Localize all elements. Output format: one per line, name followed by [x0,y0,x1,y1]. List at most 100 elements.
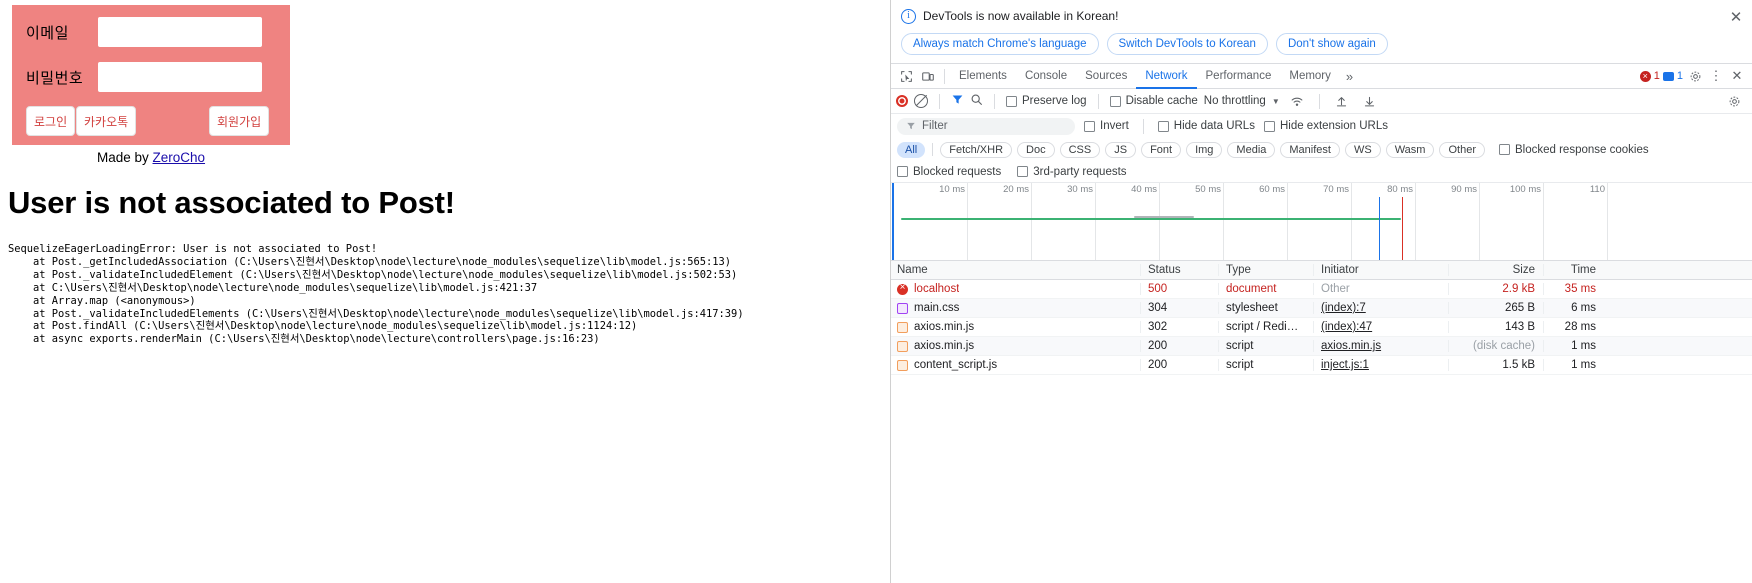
kakao-login-button[interactable]: 카카오톡 [76,106,137,136]
type-chip-other[interactable]: Other [1439,141,1485,158]
overview-tick-label: 60 ms [1259,184,1285,195]
zerocho-link[interactable]: ZeroCho [153,150,206,165]
request-initiator: Other [1314,283,1449,295]
type-chip-img[interactable]: Img [1186,141,1223,158]
overview-tick-50ms: 50 ms [1195,183,1224,260]
hide-data-urls-checkbox[interactable]: Hide data URLs [1157,120,1255,132]
blocked-requests-checkbox[interactable]: Blocked requests [897,166,1001,178]
type-chip-ws[interactable]: WS [1344,141,1381,158]
column-header-status[interactable]: Status [1141,264,1219,276]
invert-box-icon [1084,120,1095,132]
overview-tick-label: 40 ms [1131,184,1157,195]
request-name-cell[interactable]: axios.min.js [891,321,1141,333]
column-header-type[interactable]: Type [1219,264,1314,276]
type-chip-doc[interactable]: Doc [1017,141,1055,158]
always-match-language-button[interactable]: Always match Chrome's language [901,33,1099,55]
type-chip-manifest[interactable]: Manifest [1280,141,1340,158]
overview-band-idle [1134,216,1194,218]
invert-checkbox[interactable]: Invert [1084,120,1129,132]
close-devtools-icon[interactable]: ✕ [1728,67,1746,85]
inspect-element-icon[interactable] [895,66,917,86]
dont-show-again-button[interactable]: Don't show again [1275,33,1388,55]
hide-extension-urls-checkbox[interactable]: Hide extension URLs [1263,120,1388,132]
tab-sources[interactable]: Sources [1076,64,1136,89]
tab-console[interactable]: Console [1016,64,1076,89]
type-chip-js[interactable]: JS [1105,141,1137,158]
tab-elements[interactable]: Elements [950,64,1016,89]
type-chip-font[interactable]: Font [1141,141,1182,158]
overview-tick-90ms: 90 ms [1451,183,1480,260]
switch-to-korean-button[interactable]: Switch DevTools to Korean [1106,33,1268,55]
type-chip-fetch-xhr[interactable]: Fetch/XHR [940,141,1013,158]
request-initiator[interactable]: (index):7 [1321,302,1366,314]
overview-tick-20ms: 20 ms [1003,183,1032,260]
column-header-time[interactable]: Time [1544,264,1604,276]
invert-label: Invert [1100,120,1129,132]
third-party-requests-checkbox[interactable]: 3rd-party requests [1017,166,1127,178]
error-count-badge[interactable]: × 1 [1639,70,1660,82]
overview-tick-70ms: 70 ms [1323,183,1352,260]
network-conditions-icon[interactable] [1286,91,1308,111]
close-banner-icon[interactable]: ✕ [1728,10,1744,26]
filter-input[interactable]: Filter [897,117,1075,135]
table-row[interactable]: axios.min.js 200 script axios.min.js (di… [891,337,1752,356]
disable-cache-box-icon [1109,95,1121,107]
table-row[interactable]: axios.min.js 302 script / Redi… (index):… [891,318,1752,337]
network-settings-gear-icon[interactable] [1725,92,1743,110]
column-header-size[interactable]: Size [1449,264,1544,276]
login-button[interactable]: 로그인 [26,106,76,136]
devtools-tabbar: Elements Console Sources Network Perform… [891,63,1752,89]
third-party-requests-box-icon [1017,166,1029,177]
request-name: axios.min.js [914,321,975,333]
message-count-badge[interactable]: 1 [1662,70,1683,82]
tab-memory[interactable]: Memory [1280,64,1340,89]
password-input[interactable] [98,62,262,92]
tabbar-divider [944,68,945,84]
device-toolbar-icon[interactable] [917,66,939,86]
request-name-cell[interactable]: content_script.js [891,359,1141,371]
type-chip-media[interactable]: Media [1227,141,1276,158]
more-options-icon[interactable]: ⋮ [1707,67,1725,85]
tab-network[interactable]: Network [1136,64,1197,89]
request-initiator[interactable]: (index):47 [1321,321,1372,333]
chevron-down-icon[interactable]: ▼ [1272,97,1280,106]
filter-toggle-icon[interactable] [951,93,964,109]
table-row[interactable]: content_script.js 200 script inject.js:1… [891,356,1752,375]
locale-banner: i DevTools is now available in Korean! A… [891,0,1752,63]
throttling-select[interactable]: No throttling [1204,95,1266,107]
request-initiator[interactable]: inject.js:1 [1321,359,1369,371]
network-overview-timeline[interactable]: 10 ms 20 ms 30 ms 40 ms 50 ms 60 ms 70 m… [891,183,1752,261]
type-chip-all[interactable]: All [897,141,926,158]
settings-gear-icon[interactable] [1686,67,1704,85]
overview-tick-110ms: 110 [1590,183,1608,260]
clear-network-log-icon[interactable] [914,94,928,108]
request-initiator[interactable]: axios.min.js [1321,340,1381,352]
disable-cache-checkbox[interactable]: Disable cache [1109,95,1198,107]
more-tabs-icon[interactable]: » [1340,69,1359,84]
export-har-icon[interactable] [1359,91,1381,111]
request-name-cell[interactable]: main.css [891,302,1141,314]
type-chip-wasm[interactable]: Wasm [1385,141,1435,158]
password-label: 비밀번호 [26,69,84,87]
column-header-initiator[interactable]: Initiator [1314,264,1449,276]
table-row[interactable]: main.css 304 stylesheet (index):7 265 B … [891,299,1752,318]
blocked-response-cookies-checkbox[interactable]: Blocked response cookies [1498,144,1649,156]
request-name: main.css [914,302,960,314]
signup-button[interactable]: 회원가입 [209,106,270,136]
request-time: 35 ms [1564,283,1596,295]
tab-performance[interactable]: Performance [1197,64,1281,89]
resource-type-filters: All Fetch/XHR Doc CSS JS Font Img Media … [891,138,1752,161]
email-input[interactable] [98,17,262,47]
type-chip-css[interactable]: CSS [1059,141,1101,158]
import-har-icon[interactable] [1331,91,1353,111]
record-button[interactable] [896,95,908,107]
preserve-log-checkbox[interactable]: Preserve log [1006,95,1087,107]
column-header-name[interactable]: Name [891,264,1141,276]
devtools-panel: i DevTools is now available in Korean! A… [890,0,1752,583]
search-icon[interactable] [970,93,983,109]
email-row: 이메일 [12,17,290,47]
request-name-cell[interactable]: localhost [891,283,1141,295]
request-name-cell[interactable]: axios.min.js [891,340,1141,352]
request-filter-row: Blocked requests 3rd-party requests [891,161,1752,183]
table-row[interactable]: localhost 500 document Other 2.9 kB 35 m… [891,280,1752,299]
